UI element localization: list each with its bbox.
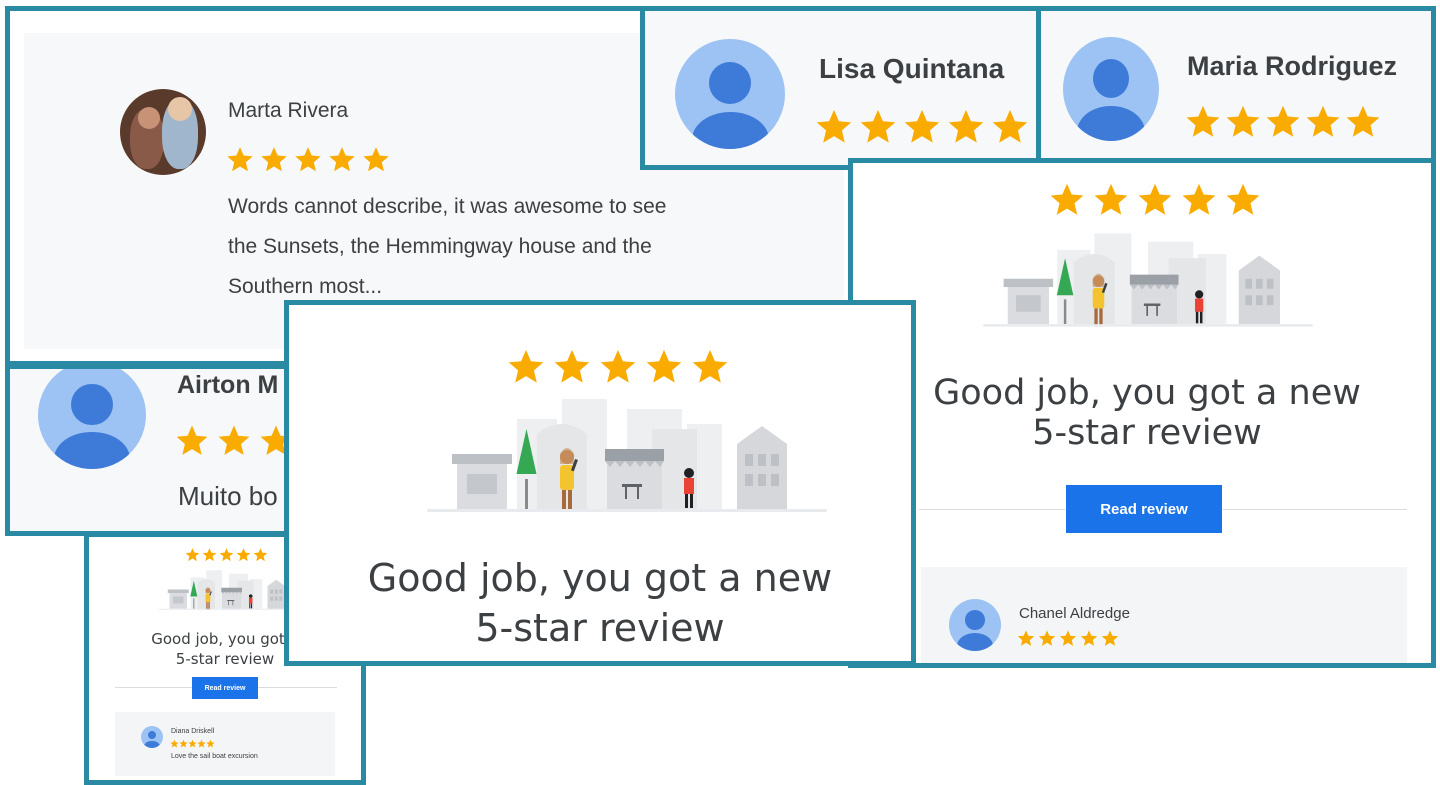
reviewer-name: Airton M [177, 371, 279, 399]
star-icon [645, 347, 683, 385]
review-text: Words cannot describe, it was awesome to… [228, 187, 667, 307]
reviewer-preview: Diana Driskell Love the sail boat excurs… [115, 712, 335, 776]
city-illustration [983, 227, 1313, 347]
star-rating [170, 739, 215, 748]
star-icon [815, 107, 853, 145]
avatar-photo [120, 89, 206, 175]
star-icon [1038, 629, 1056, 647]
star-icon [1265, 103, 1301, 139]
star-rating [1017, 629, 1119, 647]
star-icon [1137, 181, 1173, 217]
star-icon [202, 547, 217, 562]
star-icon [1305, 103, 1341, 139]
headline-line: 5-star review [1032, 413, 1262, 454]
star-icon [1185, 103, 1221, 139]
review-text: Muito bo [178, 481, 278, 511]
star-icon [253, 547, 268, 562]
review-text: Love the sail boat excursion [171, 753, 258, 760]
star-icon [1049, 181, 1085, 217]
star-rating [815, 107, 1029, 145]
star-icon [260, 145, 288, 173]
avatar [675, 39, 785, 149]
star-icon [507, 347, 545, 385]
avatar [1063, 37, 1159, 141]
star-rating [175, 423, 293, 457]
read-review-button[interactable]: Read review [192, 677, 258, 699]
star-icon [219, 547, 234, 562]
star-icon [1181, 181, 1217, 217]
star-icon [1225, 103, 1261, 139]
reviewer-preview: Chanel Aldredge [921, 567, 1407, 663]
star-icon [1059, 629, 1077, 647]
headline: Good job, you got a new 5-star review [853, 373, 1431, 454]
star-icon [179, 739, 188, 748]
reviewer-name: Maria Rodriguez [1187, 51, 1398, 81]
star-icon [903, 107, 941, 145]
star-icon [991, 107, 1029, 145]
star-icon [226, 145, 254, 173]
review-card-airton: Airton M Muito bo [5, 364, 305, 536]
reviewer-name: Marta Rivera [228, 99, 349, 122]
review-card-maria: Maria Rodriguez [1036, 6, 1436, 164]
reviewer-name: Chanel Aldredge [1019, 605, 1130, 622]
star-icon [691, 347, 729, 385]
star-icon [328, 145, 356, 173]
star-icon [170, 739, 179, 748]
star-icon [175, 423, 209, 457]
star-icon [1017, 629, 1035, 647]
star-rating [1049, 181, 1261, 217]
star-icon [206, 739, 215, 748]
headline-line: Good job, you got a new [367, 556, 833, 600]
city-illustration [159, 567, 299, 619]
star-icon [1093, 181, 1129, 217]
star-icon [947, 107, 985, 145]
star-icon [362, 145, 390, 173]
reviewer-name: Lisa Quintana [819, 53, 1005, 84]
star-icon [553, 347, 591, 385]
star-icon [236, 547, 251, 562]
review-card-lisa: Lisa Quintana [640, 6, 1042, 170]
avatar [38, 369, 146, 469]
headline: Good job, you got a new 5-star review [289, 553, 911, 653]
star-rating [226, 145, 390, 173]
star-icon [197, 739, 206, 748]
star-rating [507, 347, 729, 385]
star-icon [1080, 629, 1098, 647]
star-icon [859, 107, 897, 145]
star-icon [1101, 629, 1119, 647]
avatar [949, 599, 1001, 651]
star-icon [599, 347, 637, 385]
star-icon [1345, 103, 1381, 139]
star-rating [1185, 103, 1381, 139]
headline-line: 5-star review [475, 606, 725, 650]
divider [919, 509, 1065, 510]
divider [1223, 509, 1407, 510]
review-text-line: the Sunsets, the Hemmingway house and th… [228, 235, 652, 258]
star-icon [1225, 181, 1261, 217]
email-card-center: Good job, you got a new 5-star review [284, 300, 916, 666]
star-icon [188, 739, 197, 748]
star-rating [185, 547, 268, 562]
review-text-line: Words cannot describe, it was awesome to… [228, 195, 667, 218]
reviewer-name: Diana Driskell [171, 728, 215, 735]
star-icon [294, 145, 322, 173]
star-icon [185, 547, 200, 562]
star-icon [217, 423, 251, 457]
city-illustration [427, 399, 827, 529]
read-review-button[interactable]: Read review [1066, 485, 1222, 533]
avatar [141, 726, 163, 748]
email-card-right: Good job, you got a new 5-star review Re… [848, 158, 1436, 668]
headline-line: Good job, you got a new [933, 373, 1361, 413]
